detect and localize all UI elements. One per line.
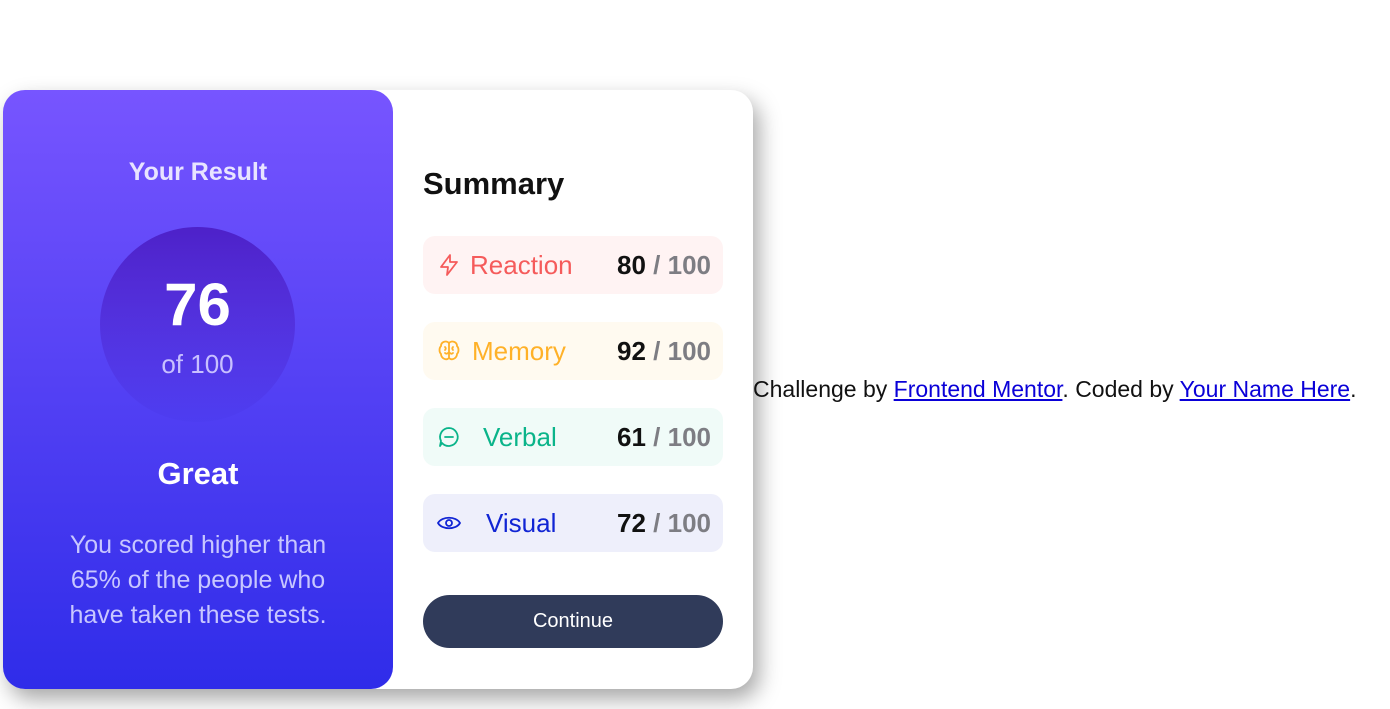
brain-icon: [438, 340, 460, 361]
chat-bubble-icon: [439, 427, 459, 447]
summary-item-score: 80 / 100: [617, 250, 711, 280]
result-title: Your Result: [128, 158, 268, 186]
summary-item-score: 72 / 100: [617, 508, 711, 538]
attribution: Challenge by Frontend Mentor. Coded by Y…: [753, 376, 1357, 402]
result-description: You scored higher than 65% of the people…: [69, 531, 327, 629]
score-value: 76: [164, 271, 231, 338]
summary-item-verbal: Verbal 61 / 100: [423, 408, 723, 466]
summary-item-memory: Memory 92 / 100: [423, 322, 723, 380]
summary-title: Summary: [423, 166, 565, 201]
summary-item-score: 61 / 100: [617, 422, 711, 452]
frontend-mentor-link[interactable]: Frontend Mentor: [894, 376, 1063, 402]
results-card: Your Result 76 of 100 Great You scored h…: [3, 90, 753, 689]
eye-icon: [437, 516, 461, 530]
rating-label: Great: [157, 456, 239, 491]
summary-item-label: Reaction: [470, 250, 573, 280]
score-max: of 100: [161, 349, 234, 379]
summary-item-label: Memory: [472, 336, 566, 366]
continue-button[interactable]: Continue: [423, 595, 723, 648]
summary-panel: Summary Reaction 80 / 100 Memory 92 / 10…: [393, 90, 753, 689]
summary-item-label: Visual: [486, 508, 557, 538]
summary-item-score: 92 / 100: [617, 336, 711, 366]
page: Your Result 76 of 100 Great You scored h…: [0, 0, 1390, 709]
score-circle: 76 of 100: [100, 227, 295, 422]
lightning-icon: [440, 254, 458, 276]
result-panel: Your Result 76 of 100 Great You scored h…: [3, 90, 393, 689]
summary-item-label: Verbal: [483, 422, 557, 452]
summary-item-visual: Visual 72 / 100: [423, 494, 723, 552]
summary-item-reaction: Reaction 80 / 100: [423, 236, 723, 294]
author-link[interactable]: Your Name Here: [1180, 376, 1350, 402]
